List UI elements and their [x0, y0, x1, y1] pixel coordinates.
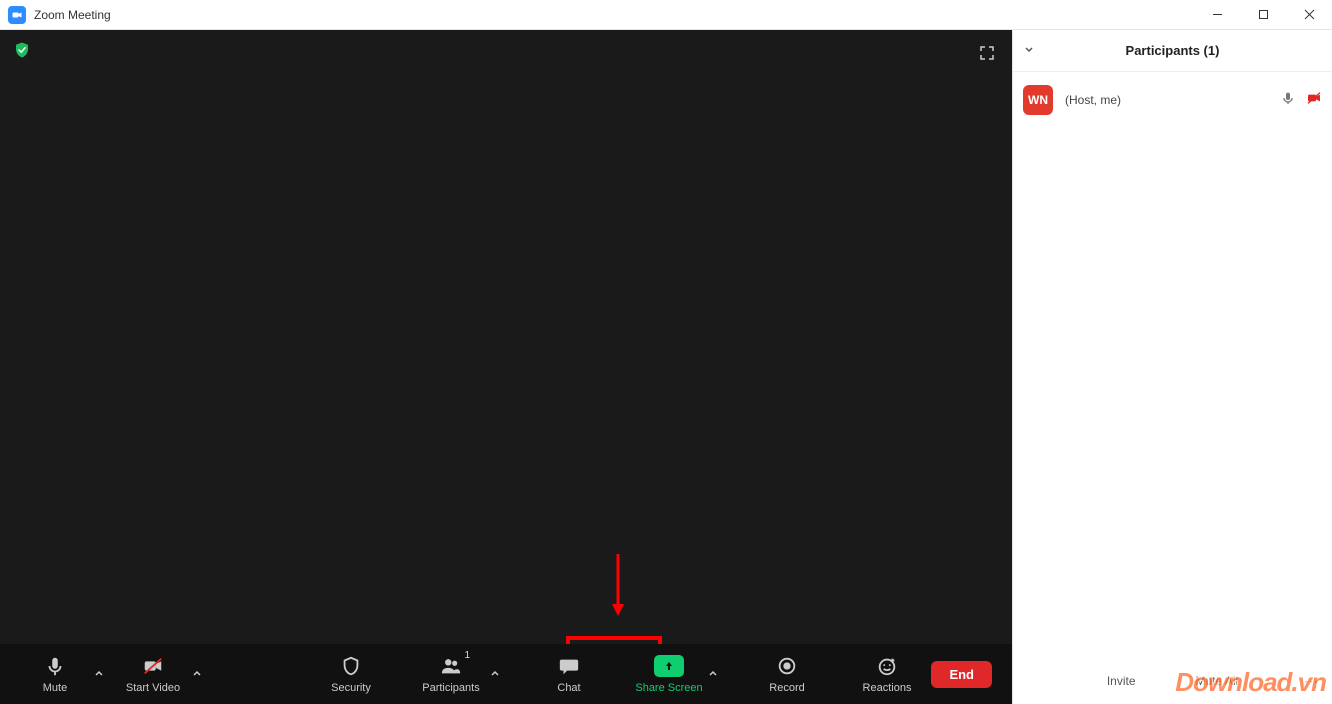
security-button[interactable]: Security	[316, 646, 386, 702]
panel-collapse-caret[interactable]	[1023, 43, 1035, 58]
reactions-button[interactable]: Reactions	[852, 646, 922, 702]
chat-button[interactable]: Chat	[534, 646, 604, 702]
video-main	[0, 30, 1012, 644]
encryption-shield-icon[interactable]	[12, 40, 32, 60]
share-screen-label: Share Screen	[635, 682, 702, 694]
participants-options-caret[interactable]	[486, 646, 504, 702]
more-options-button[interactable]: ⋯	[1304, 673, 1318, 690]
participants-panel-header: Participants (1)	[1013, 30, 1332, 72]
start-video-label: Start Video	[126, 682, 180, 694]
participants-button[interactable]: 1 Participants	[416, 646, 486, 702]
mute-label: Mute	[43, 682, 67, 694]
minimize-button[interactable]	[1194, 0, 1240, 30]
participants-icon	[440, 654, 462, 678]
window-title: Zoom Meeting	[34, 8, 111, 22]
microphone-icon	[44, 654, 66, 678]
participants-list: WN (Host, me)	[1013, 72, 1332, 658]
titlebar: Zoom Meeting	[0, 0, 1332, 30]
chat-icon	[558, 654, 580, 678]
reactions-label: Reactions	[863, 682, 912, 694]
mute-button[interactable]: Mute	[20, 646, 90, 702]
record-icon	[776, 654, 798, 678]
mic-on-icon	[1280, 90, 1296, 111]
share-screen-button[interactable]: Share Screen	[634, 646, 704, 702]
zoom-app-icon	[8, 6, 26, 24]
shield-icon	[340, 654, 362, 678]
close-button[interactable]	[1286, 0, 1332, 30]
participants-panel-title: Participants (1)	[1126, 43, 1220, 58]
record-button[interactable]: Record	[752, 646, 822, 702]
mute-options-caret[interactable]	[90, 646, 108, 702]
video-area: Mute Start Video Security	[0, 30, 1012, 704]
video-options-caret[interactable]	[188, 646, 206, 702]
participant-role: (Host, me)	[1065, 93, 1280, 107]
maximize-button[interactable]	[1240, 0, 1286, 30]
participants-count: 1	[464, 650, 470, 661]
meeting-toolbar: Mute Start Video Security	[0, 644, 1012, 704]
fullscreen-button[interactable]	[974, 40, 1000, 66]
reactions-icon	[876, 654, 898, 678]
participants-panel: Participants (1) WN (Host, me) Invite Mu…	[1012, 30, 1332, 704]
participant-row[interactable]: WN (Host, me)	[1023, 80, 1322, 120]
chat-label: Chat	[557, 682, 580, 694]
participants-label: Participants	[422, 682, 479, 694]
share-options-caret[interactable]	[704, 646, 722, 702]
video-off-icon	[1306, 90, 1322, 111]
video-off-icon	[142, 654, 164, 678]
participants-panel-footer: Invite Mute All ⋯	[1013, 658, 1332, 704]
end-button[interactable]: End	[931, 661, 992, 688]
invite-button[interactable]: Invite	[1107, 674, 1136, 688]
avatar: WN	[1023, 85, 1053, 115]
mute-all-button[interactable]: Mute All	[1196, 674, 1239, 688]
security-label: Security	[331, 682, 371, 694]
record-label: Record	[769, 682, 804, 694]
start-video-button[interactable]: Start Video	[118, 646, 188, 702]
share-screen-icon	[654, 655, 684, 677]
